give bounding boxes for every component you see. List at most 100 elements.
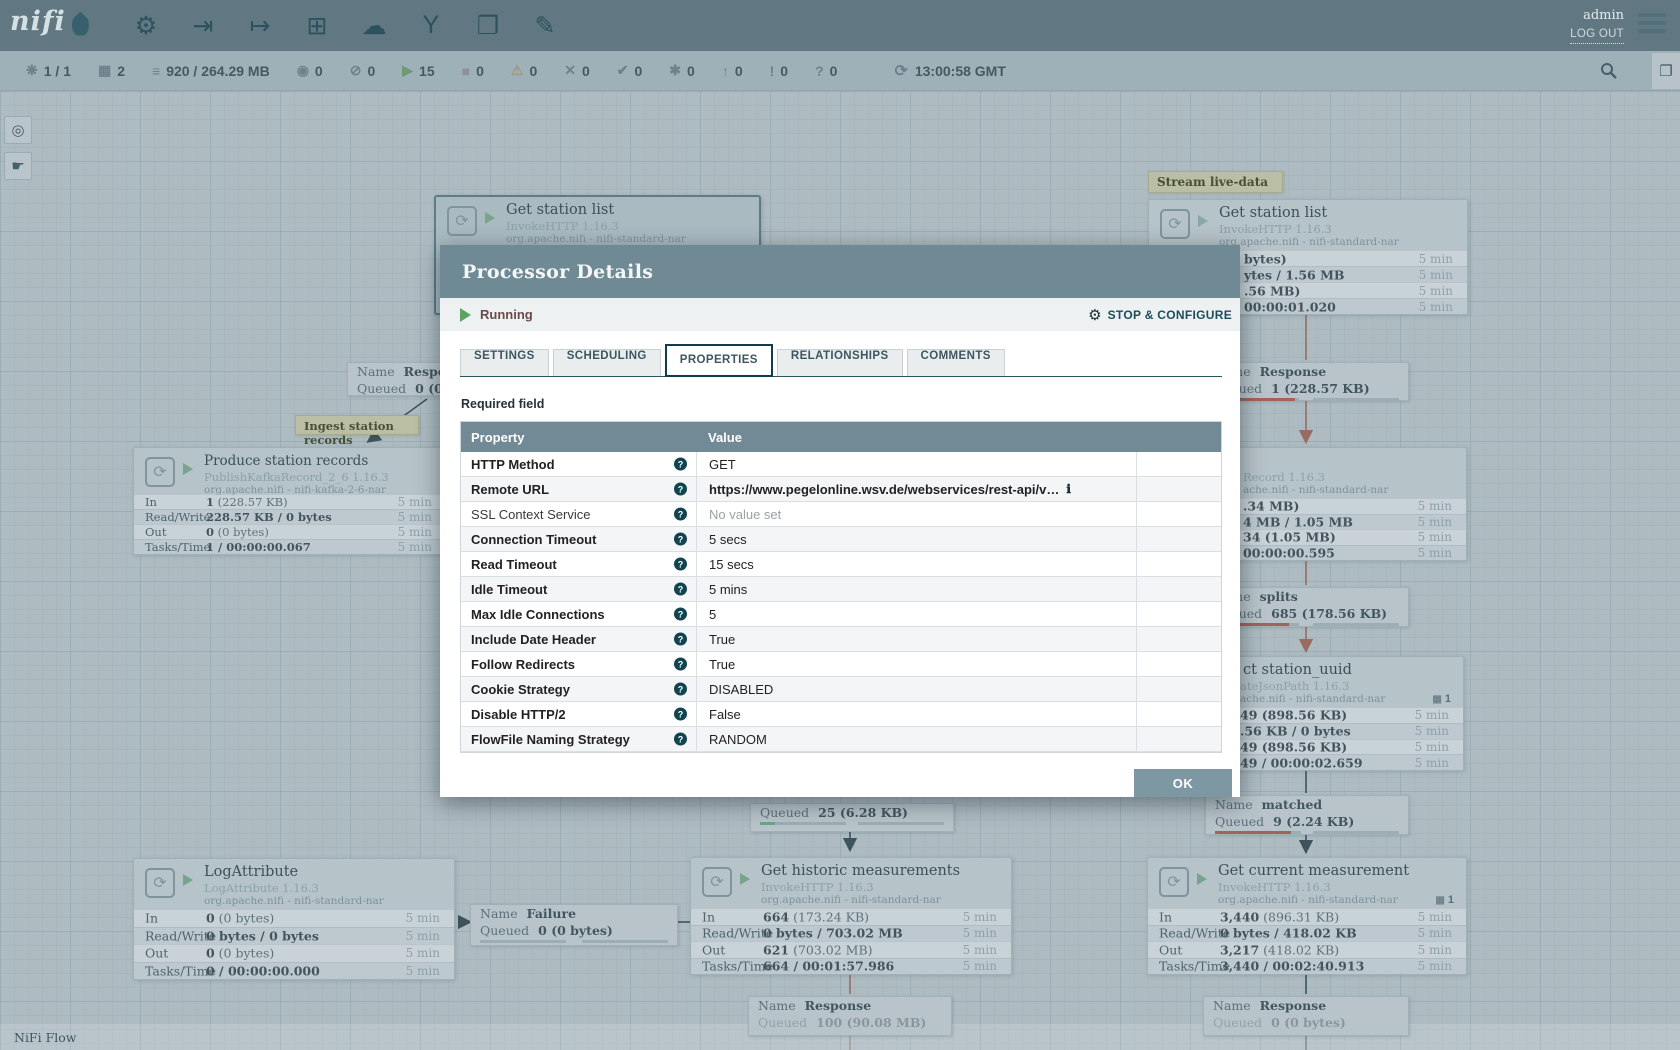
label-component-icon[interactable]: ✎ bbox=[527, 8, 563, 44]
status-invalid: ⚠0 bbox=[511, 62, 537, 79]
property-value: False bbox=[696, 702, 1137, 726]
property-row: Remote URL ? https://www.pegelonline.wsv… bbox=[461, 477, 1221, 502]
breadcrumb[interactable]: NiFi Flow bbox=[14, 1030, 76, 1045]
property-row: Cookie Strategy ? DISABLED bbox=[461, 677, 1221, 702]
funnel-component-icon[interactable]: Y bbox=[413, 8, 449, 44]
output-port-component-icon[interactable]: ↦ bbox=[242, 8, 278, 44]
status-modified-stale: !0 bbox=[770, 63, 788, 79]
nifi-logo-text: nifi bbox=[10, 6, 66, 37]
property-row: Follow Redirects ? True bbox=[461, 652, 1221, 677]
property-name: SSL Context Service bbox=[471, 507, 590, 522]
stop-and-configure-button[interactable]: ⚙ STOP & CONFIGURE bbox=[1088, 298, 1232, 331]
processor-stat-row: In 0 (0 bytes) 5 min bbox=[134, 909, 454, 927]
help-icon[interactable]: ? bbox=[674, 533, 687, 546]
processor-bundle: org.apache.nifi - nifi-standard-nar bbox=[1218, 894, 1398, 906]
property-name: Idle Timeout bbox=[471, 582, 547, 597]
queue-percent-bars bbox=[1206, 830, 1408, 838]
help-icon[interactable]: ? bbox=[674, 558, 687, 571]
queued-icon: ≡ bbox=[152, 63, 160, 79]
connection-label-queued-25[interactable]: Queued25 (6.28 KB) bbox=[750, 803, 954, 832]
tab-properties[interactable]: PROPERTIES bbox=[665, 344, 773, 377]
tab-relationships[interactable]: RELATIONSHIPS bbox=[777, 349, 903, 376]
processor-bundle: org.apache.nifi - nifi-standard-nar bbox=[506, 233, 686, 245]
status-disabled: ✕0 bbox=[564, 62, 590, 79]
processor-title: LogAttribute bbox=[204, 864, 298, 880]
info-icon: ℹ bbox=[1066, 482, 1071, 496]
property-row: FlowFile Naming Strategy ? RANDOM bbox=[461, 727, 1221, 752]
processor-stat-row: Out 3,217 (418.02 KB) 5 min bbox=[1148, 941, 1466, 958]
connection-label-matched[interactable]: Namematched Queued9 (2.24 KB) bbox=[1205, 795, 1409, 835]
running-indicator-icon bbox=[740, 873, 750, 885]
processor-get-historic-measurements[interactable]: ⟳ Get historic measurements InvokeHTTP 1… bbox=[690, 857, 1012, 975]
processor-stat-row: Tasks/Time 3,440 / 00:02:40.913 5 min bbox=[1148, 958, 1466, 975]
process-group-component-icon[interactable]: ⊞ bbox=[299, 8, 335, 44]
property-name: Disable HTTP/2 bbox=[471, 707, 566, 722]
logout-link[interactable]: LOG OUT bbox=[1570, 25, 1624, 44]
template-component-icon[interactable]: ❐ bbox=[470, 8, 506, 44]
connection-label-response-bottom-center[interactable]: NameResponse Queued100 (90.08 MB) bbox=[748, 996, 952, 1036]
processor-type: InvokeHTTP 1.16.3 bbox=[761, 880, 874, 894]
property-row: Disable HTTP/2 ? False bbox=[461, 702, 1221, 727]
help-icon[interactable]: ? bbox=[674, 508, 687, 521]
canvas-label-ingest-station-records[interactable]: Ingest station records bbox=[295, 415, 419, 435]
threads-icon: ▦ bbox=[98, 62, 111, 79]
property-name: Include Date Header bbox=[471, 632, 596, 647]
global-menu-icon[interactable] bbox=[1638, 13, 1666, 37]
processor-type: InvokeHTTP 1.16.3 bbox=[1218, 880, 1331, 894]
help-icon[interactable]: ? bbox=[674, 483, 687, 496]
transmitting-icon: ◉ bbox=[297, 62, 309, 79]
help-icon[interactable]: ? bbox=[674, 583, 687, 596]
help-icon[interactable]: ? bbox=[674, 658, 687, 671]
running-indicator-icon bbox=[485, 212, 495, 224]
property-name: Follow Redirects bbox=[471, 657, 575, 672]
property-value: https://www.pegelonline.wsv.de/webservic… bbox=[696, 477, 1137, 501]
help-icon[interactable]: ? bbox=[674, 633, 687, 646]
help-icon[interactable]: ? bbox=[674, 458, 687, 471]
help-icon[interactable]: ? bbox=[674, 683, 687, 696]
status-notes-icon[interactable]: ❐ bbox=[1652, 53, 1680, 89]
not-transmitting-icon: ⊘ bbox=[350, 62, 362, 79]
property-name: Read Timeout bbox=[471, 557, 557, 572]
locally-modified-icon: ✱ bbox=[669, 62, 681, 79]
connection-label-response-bottom-right[interactable]: NameResponse Queued0 (0 bytes) bbox=[1203, 996, 1409, 1036]
help-icon[interactable]: ? bbox=[674, 733, 687, 746]
dialog-tabs: SETTINGS SCHEDULING PROPERTIES RELATIONS… bbox=[460, 345, 1222, 377]
processor-icon: ⟳ bbox=[1160, 209, 1190, 239]
canvas-label-stream-live-data[interactable]: Stream live-data bbox=[1148, 171, 1283, 193]
pan-hand-icon[interactable]: ☛ bbox=[4, 152, 32, 180]
processor-type: ateJsonPath 1.16.3 bbox=[1240, 679, 1349, 693]
processor-type: InvokeHTTP 1.16.3 bbox=[1219, 222, 1332, 236]
property-name: HTTP Method bbox=[471, 457, 555, 472]
birdseye-icon[interactable]: ◎ bbox=[4, 116, 32, 144]
processor-title: Get station list bbox=[506, 202, 614, 218]
property-name: Remote URL bbox=[471, 482, 549, 497]
connection-label-failure[interactable]: NameFailure Queued0 (0 bytes) bbox=[470, 904, 678, 946]
tab-settings[interactable]: SETTINGS bbox=[460, 349, 549, 376]
remote-process-group-component-icon[interactable]: ☁ bbox=[356, 8, 392, 44]
status-queued: ≡920 / 264.29 MB bbox=[152, 63, 270, 79]
property-value: No value set bbox=[696, 502, 1137, 526]
badge-grid-icon: ▦ bbox=[1432, 694, 1441, 705]
processor-produce-station-records[interactable]: ⟳ Produce station records PublishKafkaRe… bbox=[133, 447, 447, 555]
refresh-icon[interactable]: ⟳ bbox=[894, 61, 907, 81]
running-indicator-icon bbox=[1197, 873, 1207, 885]
processor-component-icon[interactable]: ⚙ bbox=[128, 8, 164, 44]
last-refresh: ⟳13:00:58 GMT bbox=[894, 61, 1005, 81]
help-icon[interactable]: ? bbox=[674, 708, 687, 721]
processor-stat-row: Tasks/Time 664 / 00:01:57.986 5 min bbox=[691, 958, 1011, 975]
search-icon[interactable] bbox=[1591, 51, 1625, 91]
processor-stat-row: Tasks/Time 1 / 00:00:00.067 5 min bbox=[134, 539, 446, 554]
stale-icon: ↑ bbox=[722, 63, 729, 79]
processor-get-current-measurement[interactable]: ⟳ Get current measurement InvokeHTTP 1.1… bbox=[1147, 857, 1467, 975]
property-value: 5 bbox=[696, 602, 1137, 626]
tab-comments[interactable]: COMMENTS bbox=[907, 349, 1005, 376]
input-port-component-icon[interactable]: ⇥ bbox=[185, 8, 221, 44]
tab-scheduling[interactable]: SCHEDULING bbox=[553, 349, 661, 376]
help-icon[interactable]: ? bbox=[674, 608, 687, 621]
processor-type: PublishKafkaRecord_2_6 1.16.3 bbox=[204, 470, 389, 484]
processor-title: Produce station records bbox=[204, 453, 368, 469]
processor-logattribute[interactable]: ⟳ LogAttribute LogAttribute 1.16.3 org.a… bbox=[133, 858, 455, 980]
property-value: DISABLED bbox=[696, 677, 1137, 701]
property-value: True bbox=[696, 652, 1137, 676]
ok-button[interactable]: OK bbox=[1134, 769, 1232, 797]
